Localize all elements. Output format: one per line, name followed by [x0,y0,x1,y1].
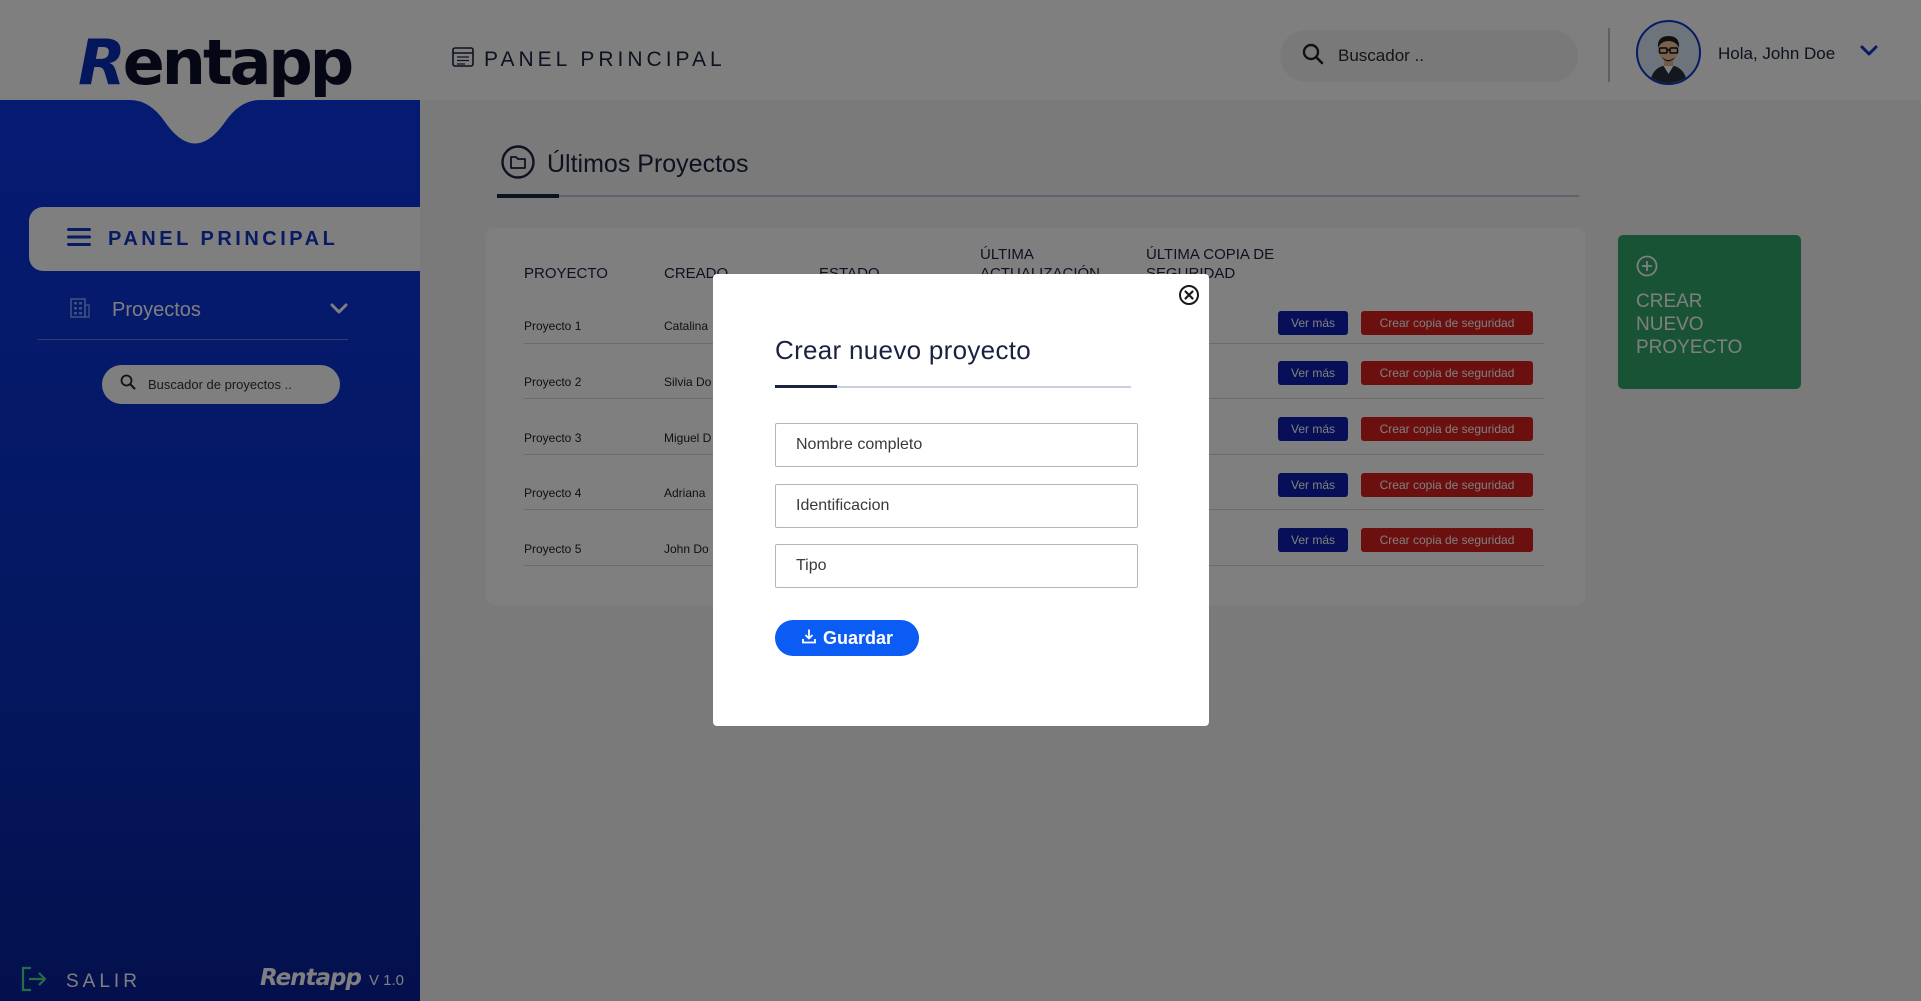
save-button[interactable]: Guardar [775,620,919,656]
save-button-label: Guardar [822,627,894,648]
modal-title-underline-accent [775,385,837,388]
download-icon [801,628,817,649]
create-project-modal: Crear nuevo proyecto Guardar [713,274,1209,726]
modal-title: Crear nuevo proyecto [775,335,1032,365]
identification-field[interactable] [775,484,1138,528]
close-icon[interactable] [1178,284,1200,311]
full-name-field[interactable] [775,423,1138,467]
type-field[interactable] [775,544,1138,588]
